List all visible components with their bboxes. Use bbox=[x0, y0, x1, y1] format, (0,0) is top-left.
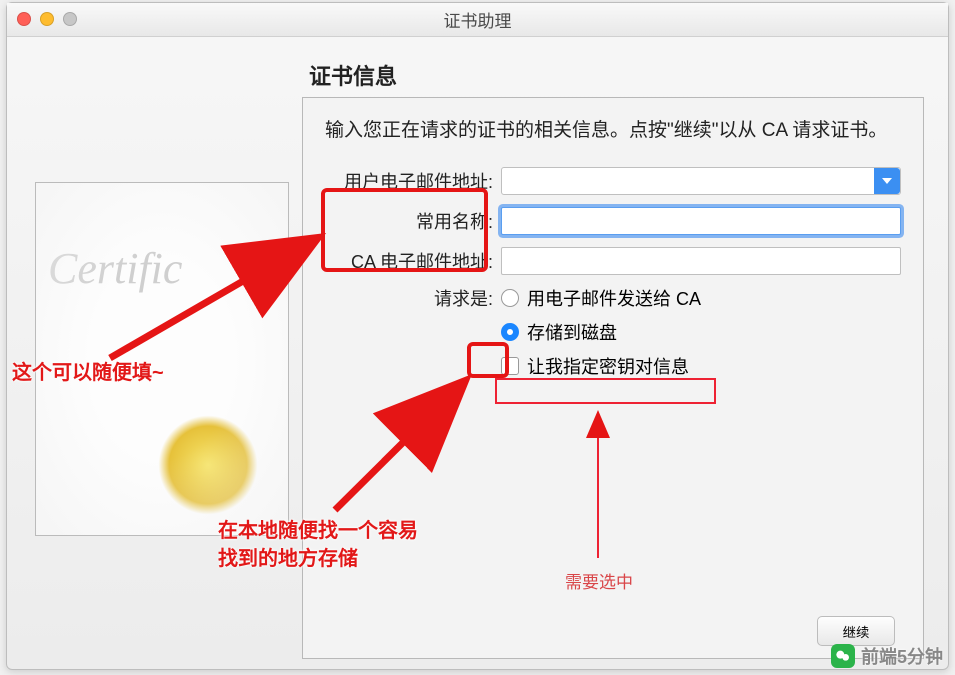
row-request-is: 请求是: 用电子邮件发送给 CA bbox=[325, 281, 901, 315]
email-combobox[interactable] bbox=[501, 167, 901, 195]
row-save-to-disk: 存储到磁盘 bbox=[325, 315, 901, 349]
row-common-name: 常用名称: bbox=[325, 201, 901, 241]
form-panel: 输入您正在请求的证书的相关信息。点按"继续"以从 CA 请求证书。 用户电子邮件… bbox=[302, 97, 924, 659]
minimize-icon[interactable] bbox=[40, 12, 54, 26]
content-area: 证书信息 Certific 输入您正在请求的证书的相关信息。点按"继续"以从 C… bbox=[7, 37, 948, 669]
radio-send-to-ca-label: 用电子邮件发送给 CA bbox=[527, 285, 701, 311]
radio-send-to-ca[interactable] bbox=[501, 289, 519, 307]
row-specify-keypair: 让我指定密钥对信息 bbox=[325, 349, 901, 383]
radio-save-to-disk-label: 存储到磁盘 bbox=[527, 319, 617, 345]
ca-email-input[interactable] bbox=[501, 247, 901, 275]
common-name-input[interactable] bbox=[501, 207, 901, 235]
label-common-name: 常用名称: bbox=[325, 208, 501, 234]
window-title: 证书助理 bbox=[444, 7, 512, 32]
window-controls bbox=[17, 12, 77, 26]
certificate-illustration: Certific bbox=[35, 182, 289, 536]
radio-save-to-disk[interactable] bbox=[501, 323, 519, 341]
watermark-text: 前端5分钟 bbox=[861, 643, 943, 669]
label-ca-email: CA 电子邮件地址: bbox=[325, 248, 501, 274]
wechat-icon bbox=[831, 644, 855, 668]
watermark: 前端5分钟 bbox=[831, 643, 943, 669]
instruction-text: 输入您正在请求的证书的相关信息。点按"继续"以从 CA 请求证书。 bbox=[303, 98, 923, 151]
label-request-is: 请求是: bbox=[325, 285, 501, 311]
label-email: 用户电子邮件地址: bbox=[325, 168, 501, 194]
row-email: 用户电子邮件地址: bbox=[325, 161, 901, 201]
chevron-down-icon[interactable] bbox=[874, 168, 900, 194]
section-title: 证书信息 bbox=[309, 59, 920, 91]
checkbox-specify-keypair-label: 让我指定密钥对信息 bbox=[527, 353, 689, 379]
dialog-window: 证书助理 证书信息 Certific 输入您正在请求的证书的相关信息。点按"继续… bbox=[6, 2, 949, 670]
form: 用户电子邮件地址: 常用名称: bbox=[303, 151, 923, 393]
zoom-icon bbox=[63, 12, 77, 26]
row-ca-email: CA 电子邮件地址: bbox=[325, 241, 901, 281]
checkbox-specify-keypair[interactable] bbox=[501, 357, 519, 375]
close-icon[interactable] bbox=[17, 12, 31, 26]
continue-button[interactable]: 继续 bbox=[817, 616, 895, 646]
titlebar: 证书助理 bbox=[7, 3, 948, 37]
